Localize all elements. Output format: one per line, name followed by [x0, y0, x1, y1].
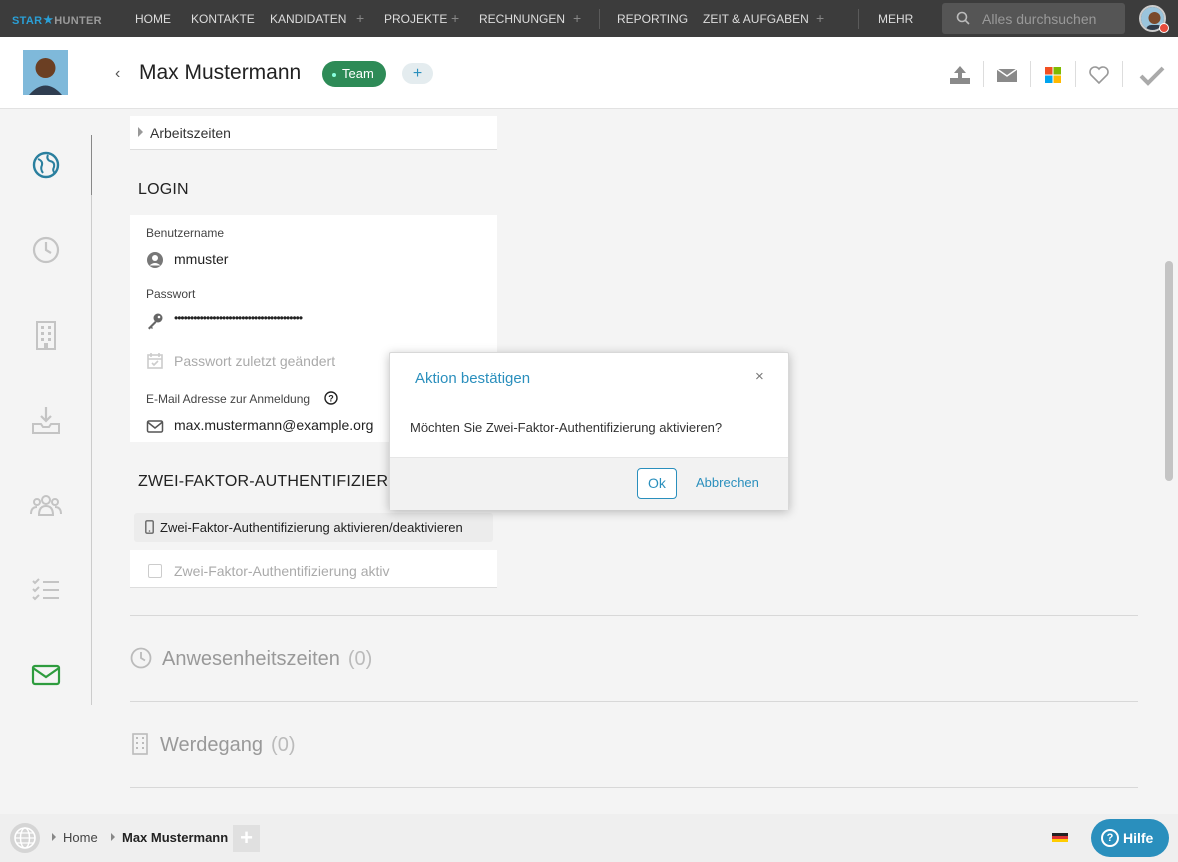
nav-projekte-add[interactable]: + [451, 10, 459, 26]
nav-rechnungen-add[interactable]: + [573, 10, 581, 26]
dialog-title: Aktion bestätigen [415, 370, 531, 387]
add-tab-button[interactable]: + [233, 825, 260, 852]
section-divider [130, 701, 1138, 702]
vertical-scrollbar[interactable] [1165, 261, 1173, 481]
cancel-button[interactable]: Abbrechen [696, 475, 759, 490]
help-button[interactable]: ? Hilfe [1091, 819, 1169, 857]
download-tray-icon[interactable] [30, 404, 62, 436]
language-globe-icon[interactable] [10, 823, 40, 853]
user-circle-icon [147, 252, 163, 268]
nav-zeit-aufgaben[interactable]: ZEIT & AUFGABEN [703, 12, 809, 26]
search-input[interactable] [982, 9, 1117, 28]
dialog-footer: Ok Abbrechen [390, 457, 788, 510]
app-logo[interactable]: STAR★HUNTER [12, 12, 102, 28]
twofa-section-title: ZWEI-FAKTOR-AUTHENTIFIZIERUNG [138, 473, 425, 490]
nav-zeit-add[interactable]: + [816, 10, 824, 26]
twofa-active-checkbox[interactable] [148, 564, 162, 578]
password-changed-field: Passwort zuletzt geändert [174, 353, 336, 369]
nav-projekte[interactable]: PROJEKTE [384, 12, 447, 26]
microsoft-icon[interactable] [1041, 64, 1065, 86]
email-label: E-Mail Adresse zur Anmeldung [146, 392, 311, 406]
email-field[interactable]: max.mustermann@example.org [174, 417, 373, 433]
mail-icon[interactable] [995, 64, 1019, 86]
login-section-title: LOGIN [138, 181, 189, 198]
bottom-bar: Home Max Mustermann + ? Hilfe [0, 814, 1178, 862]
german-flag-icon[interactable] [1052, 833, 1068, 842]
mobile-phone-icon [145, 520, 154, 534]
page-title: Max Mustermann [139, 61, 302, 84]
breadcrumb-home[interactable]: Home [63, 830, 98, 845]
header-divider [983, 61, 984, 87]
confirm-dialog: Aktion bestätigen × Möchten Sie Zwei-Fak… [389, 352, 789, 510]
upload-icon[interactable] [948, 64, 972, 86]
checkmark-icon[interactable] [1138, 64, 1166, 86]
clock-icon[interactable] [30, 234, 62, 266]
username-field[interactable]: mmuster [174, 251, 228, 267]
password-label: Passwort [146, 287, 196, 301]
username-label: Benutzername [146, 226, 225, 240]
calendar-check-icon [147, 353, 163, 369]
attendance-section-header[interactable]: Anwesenheitszeiten (0) [130, 647, 372, 671]
envelope-icon [146, 420, 164, 433]
svg-text:?: ? [328, 394, 334, 404]
caret-right-icon [138, 127, 143, 137]
building-icon [132, 733, 148, 755]
add-tag-button[interactable]: + [402, 63, 433, 84]
nav-home[interactable]: HOME [135, 12, 171, 26]
nav-kandidaten-add[interactable]: + [356, 10, 364, 26]
close-icon[interactable]: × [755, 368, 764, 385]
nav-divider [599, 9, 600, 29]
record-header: ‹ Max Mustermann Team + [0, 37, 1178, 109]
notification-dot [1159, 23, 1169, 33]
rail-divider [91, 135, 92, 705]
collapsible-label: Arbeitszeiten [150, 125, 231, 141]
nav-kontakte[interactable]: KONTAKTE [191, 12, 255, 26]
global-search[interactable] [942, 3, 1125, 34]
people-group-icon[interactable] [30, 489, 62, 521]
help-circle-icon[interactable]: ? [324, 391, 338, 405]
profile-photo[interactable] [23, 50, 68, 95]
header-divider [1030, 61, 1031, 87]
breadcrumb-separator-icon [52, 833, 56, 841]
question-icon: ? [1101, 829, 1119, 847]
breadcrumb-current[interactable]: Max Mustermann [122, 830, 228, 845]
globe-icon[interactable] [30, 149, 62, 181]
rail-active-indicator [91, 135, 92, 195]
top-navigation: STAR★HUNTER HOME KONTAKTE KANDIDATEN + P… [0, 0, 1178, 37]
clock-icon [130, 647, 152, 669]
search-icon [956, 11, 970, 25]
nav-divider [858, 9, 859, 29]
dialog-message: Möchten Sie Zwei-Faktor-Authentifizierun… [410, 420, 723, 435]
twofa-active-label: Zwei-Faktor-Authentifizierung aktiv [174, 563, 390, 579]
password-field[interactable]: •••••••••••••••••••••••••••••••••••••••• [174, 311, 303, 325]
breadcrumb-separator-icon [111, 833, 115, 841]
building-icon[interactable] [30, 319, 62, 351]
nav-kandidaten[interactable]: KANDIDATEN [270, 12, 346, 26]
checklist-icon[interactable] [30, 574, 62, 606]
back-icon[interactable]: ‹ [115, 65, 120, 83]
envelope-icon[interactable] [30, 659, 62, 691]
arbeitszeiten-collapsible[interactable]: Arbeitszeiten [130, 116, 497, 150]
team-badge[interactable]: Team [322, 61, 386, 87]
nav-mehr[interactable]: MEHR [878, 12, 913, 26]
header-divider [1075, 61, 1076, 87]
key-icon [148, 313, 163, 330]
section-rail [0, 110, 92, 810]
header-divider [1122, 61, 1123, 87]
section-divider [130, 615, 1138, 616]
twofa-active-row: Zwei-Faktor-Authentifizierung aktiv [130, 550, 497, 588]
nav-reporting[interactable]: REPORTING [617, 12, 688, 26]
nav-rechnungen[interactable]: RECHNUNGEN [479, 12, 565, 26]
section-divider [130, 787, 1138, 788]
toggle-twofa-button[interactable]: Zwei-Faktor-Authentifizierung aktivieren… [134, 513, 493, 542]
ok-button[interactable]: Ok [637, 468, 677, 499]
favorite-heart-icon[interactable] [1087, 64, 1111, 86]
career-section-header[interactable]: Werdegang (0) [130, 733, 296, 757]
